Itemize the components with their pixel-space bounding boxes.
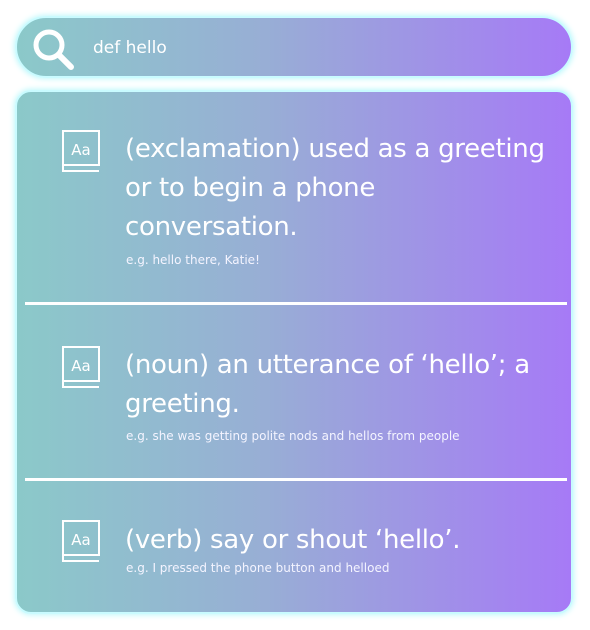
dictionary-icon: Aa: [62, 130, 100, 172]
results-panel: Aa (exclamation) used as a greeting or t…: [15, 90, 573, 614]
definition-text: (noun) an utterance of ‘hello’; a greeti…: [125, 350, 530, 419]
search-bar[interactable]: [15, 16, 573, 78]
result-item[interactable]: Aa (exclamation) used as a greeting or t…: [17, 92, 571, 304]
dictionary-icon: Aa: [62, 346, 100, 388]
svg-text:Aa: Aa: [71, 531, 90, 549]
example-text: e.g. I pressed the phone button and hell…: [126, 561, 390, 575]
result-item[interactable]: Aa (verb) say or shout ‘hello’. e.g. I p…: [17, 481, 571, 612]
definition-text: (exclamation) used as a greeting or to b…: [125, 134, 545, 242]
example-text: e.g. hello there, Katie!: [126, 253, 260, 267]
svg-text:Aa: Aa: [71, 141, 90, 159]
definition-text: (verb) say or shout ‘hello’.: [125, 525, 461, 555]
search-icon[interactable]: [29, 25, 79, 75]
example-text: e.g. she was getting polite nods and hel…: [126, 429, 460, 443]
svg-text:Aa: Aa: [71, 357, 90, 375]
dictionary-icon: Aa: [62, 520, 100, 562]
search-input[interactable]: [93, 32, 553, 64]
result-item[interactable]: Aa (noun) an utterance of ‘hello’; a gre…: [17, 305, 571, 480]
